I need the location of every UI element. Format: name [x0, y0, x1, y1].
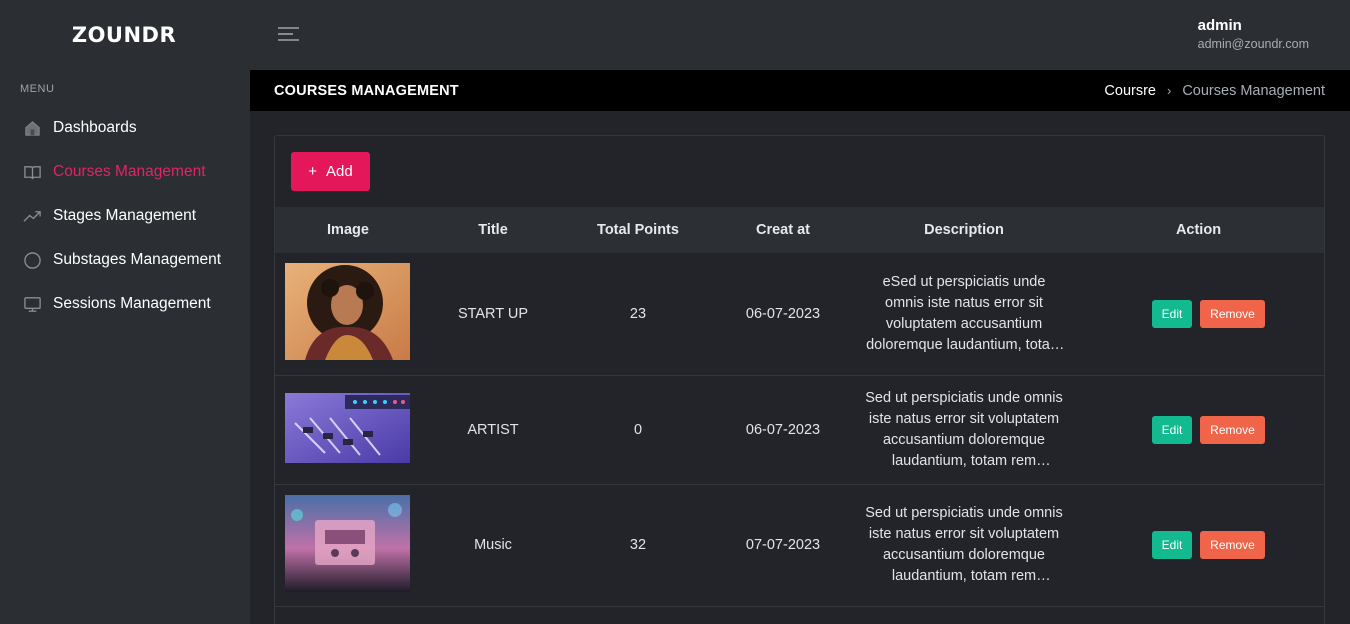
course-actions: Edit Remove [1073, 375, 1324, 484]
page-title-bar: COURSES MANAGEMENT Coursre › Courses Man… [250, 70, 1350, 111]
column-header-image[interactable]: Image [275, 207, 421, 253]
courses-card: + Add Image Title Total Points Creat at … [274, 135, 1325, 624]
sidebar-item-substages-management[interactable]: Substages Management [0, 238, 250, 282]
home-icon [23, 119, 42, 138]
breadcrumb-parent-link[interactable]: Coursre [1104, 83, 1156, 99]
course-description-cell: eSed ut perspiciatis unde omnis iste nat… [855, 253, 1073, 375]
sidebar-item-label: Courses Management [53, 163, 206, 180]
app-logo[interactable]: ZOUNDR [0, 0, 250, 70]
chevron-right-icon: › [1166, 83, 1172, 98]
topbar: admin admin@zoundr.com [250, 0, 1350, 70]
plus-icon: + [308, 163, 318, 180]
course-description: Sed ut perspiciatis unde omnis iste natu… [865, 505, 1063, 584]
book-icon [23, 163, 42, 182]
course-actions: Edit Remove [1073, 484, 1324, 606]
course-title: START UP [457, 305, 529, 322]
column-header-title[interactable]: Title [421, 207, 565, 253]
table-row: START UP 23 06-07-2023 eSed ut perspicia… [275, 253, 1324, 375]
course-description: Sed ut perspiciatis unde omnis iste natu… [865, 389, 1063, 469]
column-header-action: Action [1175, 222, 1222, 238]
sidebar-item-dashboards[interactable]: Dashboards [0, 106, 250, 150]
remove-button[interactable]: Remove [1200, 415, 1265, 444]
course-created-at: 06-07-2023 [745, 305, 821, 322]
remove-button[interactable]: Remove [1200, 531, 1265, 559]
edit-button[interactable]: Edit [1152, 415, 1192, 444]
sidebar: ZOUNDR MENU Dashboards Courses Managemen… [0, 0, 250, 624]
course-title: ARTIST [467, 421, 519, 438]
sidebar-item-label: Dashboards [53, 119, 137, 136]
add-button-label: Add [326, 163, 353, 180]
table-header-row: Image Title Total Points Creat at Descri… [275, 207, 1324, 253]
sidebar-item-courses-management[interactable]: Courses Management [0, 150, 250, 194]
trending-icon [23, 207, 42, 226]
course-title: Music [474, 537, 512, 553]
hamburger-icon[interactable] [278, 25, 300, 43]
course-actions: Edit Remove [1073, 253, 1324, 375]
column-header-created-at[interactable]: Creat at [711, 207, 855, 253]
user-name: admin [1197, 17, 1242, 34]
course-description-cell: Sed ut perspiciatis unde omnis iste natu… [855, 375, 1073, 484]
sidebar-item-stages-management[interactable]: Stages Management [0, 194, 250, 238]
table-row: ARTIST 0 06-07-2023 Sed ut perspiciatis … [275, 375, 1324, 484]
course-description: eSed ut perspiciatis unde omnis iste nat… [866, 273, 1062, 353]
course-description-cell: Sed ut perspiciatis unde omnis iste natu… [855, 484, 1073, 606]
sidebar-item-sessions-management[interactable]: Sessions Management [0, 282, 250, 326]
sidebar-item-label: Sessions Management [53, 295, 211, 312]
course-total-points: 0 [633, 421, 643, 438]
course-thumbnail [285, 494, 410, 596]
page-title: COURSES MANAGEMENT [274, 82, 459, 99]
sidebar-item-label: Substages Management [53, 251, 222, 268]
course-image-cell [275, 484, 421, 606]
menu-title: MENU [20, 83, 55, 95]
remove-button[interactable]: Remove [1200, 299, 1265, 328]
column-header-description[interactable]: Description [855, 207, 1073, 253]
user-menu[interactable]: admin admin@zoundr.com [1198, 17, 1309, 51]
sidebar-item-label: Stages Management [53, 207, 197, 224]
user-email: admin@zoundr.com [1197, 37, 1309, 51]
breadcrumb: Coursre › Courses Management [1104, 83, 1325, 99]
course-image-cell [275, 375, 421, 484]
column-header-total-points[interactable]: Total Points [565, 207, 711, 253]
edit-button[interactable]: Edit [1152, 531, 1192, 559]
monitor-icon [23, 295, 42, 314]
courses-table: Image Title Total Points Creat at Descri… [275, 207, 1324, 607]
table-row: Music 32 07-07-2023 Sed ut perspiciatis … [275, 484, 1324, 606]
course-thumbnail [285, 263, 410, 364]
edit-button[interactable]: Edit [1152, 299, 1192, 328]
course-created-at: 07-07-2023 [745, 537, 821, 553]
course-thumbnail [285, 392, 410, 467]
breadcrumb-current: Courses Management [1182, 82, 1325, 99]
course-created-at: 06-07-2023 [745, 421, 821, 438]
course-total-points: 32 [629, 537, 647, 553]
add-course-button[interactable]: + Add [291, 152, 370, 191]
course-image-cell [275, 253, 421, 375]
course-total-points: 23 [629, 305, 647, 322]
circle-icon [23, 251, 42, 270]
